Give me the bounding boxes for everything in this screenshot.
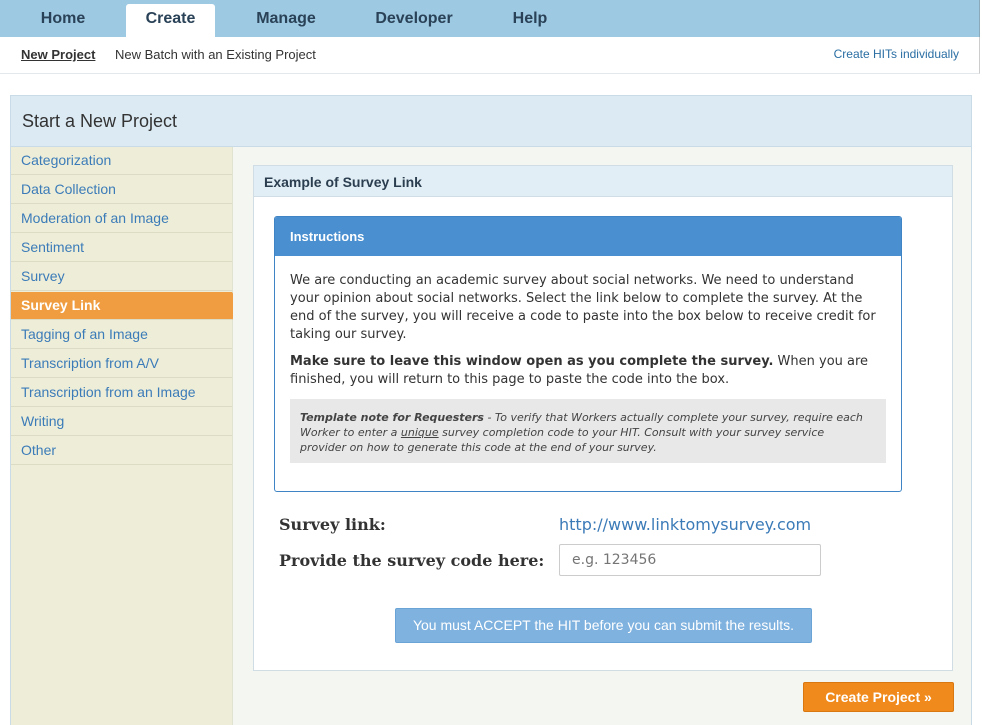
accept-hit-button: You must ACCEPT the HIT before you can s… [395, 608, 812, 643]
sidebar-item-label: Survey Link [21, 297, 101, 313]
survey-code-label: Provide the survey code here: [279, 551, 545, 570]
page-title: Start a New Project [22, 111, 178, 131]
template-note: Template note for Requesters - To verify… [290, 399, 886, 463]
sidebar-item-transcription-from-av[interactable]: Transcription from A/V [11, 350, 232, 378]
template-note-text: Template note for Requesters - To verify… [300, 410, 870, 455]
example-title: Example of Survey Link [264, 174, 422, 190]
sidebar-item-categorization[interactable]: Categorization [11, 147, 232, 175]
sidebar-item-sentiment[interactable]: Sentiment [11, 234, 232, 262]
template-preview-area: Example of Survey Link Instructions We a… [233, 147, 971, 725]
template-note-heading: Template note for Requesters [300, 411, 484, 424]
new-batch-link[interactable]: New Batch with an Existing Project [115, 47, 316, 62]
tab-manage[interactable]: Manage [236, 0, 336, 37]
warning-bold-text: Make sure to leave this window open as y… [290, 354, 774, 369]
sub-navigation: New Project New Batch with an Existing P… [0, 37, 980, 74]
tab-help[interactable]: Help [495, 0, 565, 37]
example-header: Example of Survey Link [254, 166, 952, 197]
survey-code-input[interactable] [559, 544, 821, 576]
sidebar-item-survey[interactable]: Survey [11, 263, 232, 291]
template-note-unique: unique [400, 426, 439, 439]
example-box: Example of Survey Link Instructions We a… [253, 165, 953, 671]
sidebar-item-writing[interactable]: Writing [11, 408, 232, 436]
sidebar-item-data-collection[interactable]: Data Collection [11, 176, 232, 204]
instructions-box: Instructions We are conducting an academ… [274, 216, 902, 492]
instructions-paragraph: We are conducting an academic survey abo… [290, 273, 876, 342]
new-project-link[interactable]: New Project [21, 47, 95, 62]
top-navigation: Home Create Manage Developer Help [0, 0, 980, 38]
sidebar-item-transcription-from-an-image[interactable]: Transcription from an Image [11, 379, 232, 407]
tab-developer[interactable]: Developer [360, 0, 468, 37]
sidebar-item-survey-link[interactable]: Survey Link [11, 292, 241, 320]
tab-create[interactable]: Create [126, 4, 215, 38]
sidebar-item-moderation-of-an-image[interactable]: Moderation of an Image [11, 205, 232, 233]
survey-link-label: Survey link: [279, 515, 386, 534]
create-hits-individually-link[interactable]: Create HITs individually [834, 47, 959, 61]
survey-link[interactable]: http://www.linktomysurvey.com [559, 515, 811, 534]
instructions-warning: Make sure to leave this window open as y… [290, 353, 880, 389]
project-template-sidebar: Categorization Data Collection Moderatio… [11, 147, 241, 725]
sidebar-item-tagging-of-an-image[interactable]: Tagging of an Image [11, 321, 232, 349]
create-project-button[interactable]: Create Project » [803, 682, 954, 712]
tab-home[interactable]: Home [14, 0, 112, 37]
instructions-title: Instructions [290, 229, 365, 244]
panel-header: Start a New Project [11, 96, 971, 147]
sidebar-item-other[interactable]: Other [11, 437, 232, 465]
new-project-panel: Start a New Project Categorization Data … [10, 95, 972, 725]
instructions-header: Instructions [275, 217, 901, 256]
